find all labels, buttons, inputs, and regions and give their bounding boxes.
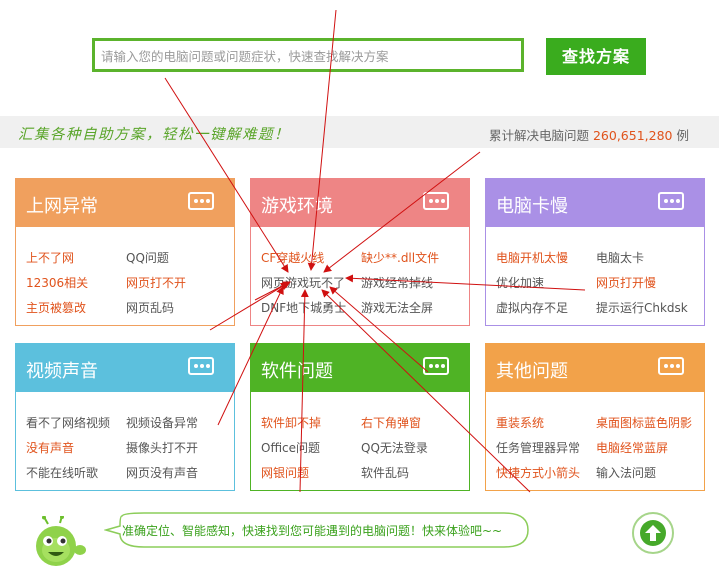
problem-link[interactable]: 电脑太卡	[596, 249, 644, 266]
arrow-up-icon	[640, 520, 666, 546]
bubble-text: 准确定位、智能感知，快速找到您可能遇到的电脑问题！快来体验吧~~	[122, 524, 503, 538]
problem-link[interactable]: QQ问题	[126, 249, 169, 266]
problem-link[interactable]: 右下角弹窗	[361, 414, 421, 431]
problem-link[interactable]: Office问题	[261, 439, 320, 456]
problem-link[interactable]: 摄像头打不开	[126, 439, 198, 456]
more-icon[interactable]	[188, 192, 214, 210]
more-icon[interactable]	[423, 192, 449, 210]
problem-link[interactable]: 提示运行Chkdsk	[596, 299, 688, 316]
problem-link[interactable]: 输入法问题	[596, 464, 656, 481]
card-software: 软件问题软件卸不掉 右下角弹窗 Office问题 QQ无法登录网银问题 软件乱码	[250, 343, 470, 491]
problem-link[interactable]: 网页打开慢	[596, 274, 656, 291]
card-slow-pc: 电脑卡慢电脑开机太慢 电脑太卡优化加速 网页打开慢虚拟内存不足 提示运行Chkdsk	[485, 178, 705, 326]
search-button[interactable]: 查找方案	[546, 38, 646, 75]
problem-link[interactable]: 任务管理器异常	[496, 439, 580, 456]
problem-link[interactable]: 网页打不开	[126, 274, 186, 291]
problem-link[interactable]: QQ无法登录	[361, 439, 428, 456]
card-internet: 上网异常上不了网 QQ问题 12306相关 网页打不开主页被篡改 网页乱码	[15, 178, 235, 326]
problem-link[interactable]: 视频设备异常	[126, 414, 198, 431]
problem-link[interactable]: DNF地下城勇士	[261, 299, 346, 316]
problem-link[interactable]: 网页没有声音	[126, 464, 198, 481]
problem-link[interactable]: 不能在线听歌	[26, 464, 98, 481]
solved-suffix: 例	[676, 128, 689, 143]
card-header[interactable]: 游戏环境	[251, 179, 469, 227]
back-to-top-button[interactable]	[632, 512, 674, 554]
card-video-audio: 视频声音看不了网络视频 视频设备异常没有声音 摄像头打不开不能在线听歌 网页没有声音	[15, 343, 235, 491]
problem-link[interactable]: 虚拟内存不足	[496, 299, 568, 316]
problem-link[interactable]: 网页游戏玩不了	[261, 274, 345, 291]
problem-link[interactable]: 缺少**.dll文件	[361, 249, 439, 266]
problem-link[interactable]: 优化加速	[496, 274, 544, 291]
card-title: 视频声音	[26, 361, 98, 382]
card-title: 其他问题	[496, 361, 568, 382]
problem-link[interactable]: 网页乱码	[126, 299, 174, 316]
problem-link[interactable]: CF穿越火线	[261, 249, 324, 266]
card-header[interactable]: 视频声音	[16, 344, 234, 392]
solved-prefix: 累计解决电脑问题	[488, 128, 589, 143]
more-icon[interactable]	[658, 192, 684, 210]
search-box	[92, 38, 524, 72]
problem-link[interactable]: 上不了网	[26, 249, 74, 266]
more-icon[interactable]	[658, 357, 684, 375]
slogan: 汇集各种自助方案，轻松一键解难题！	[18, 127, 290, 143]
card-header[interactable]: 软件问题	[251, 344, 469, 392]
card-header[interactable]: 其他问题	[486, 344, 704, 392]
problem-link[interactable]: 电脑经常蓝屏	[596, 439, 668, 456]
problem-link[interactable]: 电脑开机太慢	[496, 249, 568, 266]
problem-link[interactable]: 网银问题	[261, 464, 309, 481]
card-other: 其他问题重装系统 桌面图标蓝色阴影 任务管理器异常 电脑经常蓝屏 快捷方式小箭头 输入法问…	[485, 343, 705, 491]
card-header[interactable]: 上网异常	[16, 179, 234, 227]
more-icon[interactable]	[188, 357, 214, 375]
problem-link[interactable]: 快捷方式小箭头	[496, 464, 580, 481]
problem-link[interactable]: 游戏无法全屏	[361, 299, 433, 316]
card-title: 电脑卡慢	[496, 196, 568, 217]
problem-link[interactable]: 看不了网络视频	[26, 414, 110, 431]
card-title: 软件问题	[261, 361, 333, 382]
more-icon[interactable]	[423, 357, 449, 375]
problem-link[interactable]: 软件卸不掉	[261, 414, 321, 431]
solved-count: 累计解决电脑问题 260,651,280 例	[489, 125, 689, 144]
search-input[interactable]	[101, 47, 511, 65]
problem-link[interactable]: 重装系统	[496, 414, 544, 431]
problem-link[interactable]: 主页被篡改	[26, 299, 86, 316]
problem-link[interactable]: 游戏经常掉线	[361, 274, 433, 291]
card-games: 游戏环境 CF穿越火线 缺少**.dll文件 网页游戏玩不了 游戏经常掉线 DNF地下城勇…	[250, 178, 470, 326]
problem-link[interactable]: 软件乱码	[361, 464, 409, 481]
problem-link[interactable]: 12306相关	[26, 274, 88, 291]
green-mascot-icon	[36, 516, 86, 566]
card-title: 上网异常	[26, 196, 98, 217]
solved-number: 260,651,280	[592, 128, 673, 143]
problem-link[interactable]: 没有声音	[26, 439, 74, 456]
problem-link[interactable]: 桌面图标蓝色阴影	[596, 414, 692, 431]
card-title: 游戏环境	[261, 196, 333, 217]
card-header[interactable]: 电脑卡慢	[486, 179, 704, 227]
